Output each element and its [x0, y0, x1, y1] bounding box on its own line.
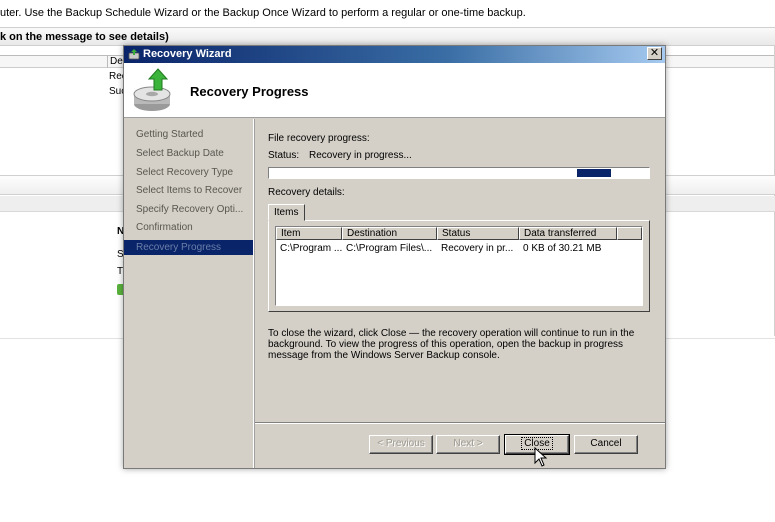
backup-app-icon: [128, 49, 140, 60]
nav-step-recovery-progress[interactable]: Recovery Progress: [124, 240, 253, 255]
recovery-drive-icon: [133, 68, 171, 111]
cancel-button[interactable]: Cancel: [574, 435, 638, 454]
cell-status[interactable]: Recovery in pr...: [437, 243, 519, 254]
console-description: uter. Use the Backup Schedule Wizard or …: [0, 7, 526, 19]
nav-step-confirmation[interactable]: Confirmation: [136, 222, 193, 233]
dialog-title: Recovery Wizard: [143, 48, 232, 60]
mouse-cursor-icon: [534, 447, 548, 467]
cell-data-transferred[interactable]: 0 KB of 30.21 MB: [519, 243, 617, 254]
nav-step-select-items[interactable]: Select Items to Recover: [136, 185, 242, 196]
column-item[interactable]: Item: [276, 227, 342, 240]
progress-fill: [577, 169, 611, 177]
recovery-progress-bar: [268, 167, 650, 179]
close-wizard-note: To close the wizard, click Close — the r…: [268, 328, 635, 361]
column-status[interactable]: Status: [437, 227, 519, 240]
details-tab-control: Items Item Destination Status Data trans…: [268, 204, 650, 312]
nav-step-recovery-options[interactable]: Specify Recovery Opti...: [136, 204, 243, 215]
list-header: Item Destination Status Data transferred: [276, 227, 642, 240]
nav-step-select-recovery-type[interactable]: Select Recovery Type: [136, 167, 233, 178]
status-label: Status:: [268, 150, 300, 161]
column-destination[interactable]: Destination: [342, 227, 437, 240]
next-button-label: Next >: [453, 438, 483, 449]
nav-step-select-backup-date[interactable]: Select Backup Date: [136, 148, 224, 159]
wizard-header: Recovery Progress: [124, 63, 665, 118]
messages-header-label: k on the message to see details): [0, 31, 169, 43]
column-data-transferred[interactable]: Data transferred: [519, 227, 617, 240]
nav-step-getting-started[interactable]: Getting Started: [136, 129, 203, 140]
cancel-button-label: Cancel: [590, 438, 622, 449]
title-bar[interactable]: Recovery Wizard ✕: [124, 46, 665, 63]
tab-items[interactable]: Items: [268, 204, 305, 221]
cell-destination[interactable]: C:\Program Files\...: [342, 243, 437, 254]
wizard-content: File recovery progress: Status: Recovery…: [255, 119, 665, 468]
recovery-items-list[interactable]: Item Destination Status Data transferred…: [275, 226, 643, 306]
cell-item[interactable]: C:\Program ...: [276, 243, 342, 254]
page-title: Recovery Progress: [190, 84, 309, 99]
column-description[interactable]: De: [107, 56, 123, 68]
previous-button[interactable]: < Previous: [369, 435, 433, 454]
close-icon[interactable]: ✕: [647, 47, 662, 60]
file-progress-label: File recovery progress:: [268, 133, 370, 144]
previous-button-label: < Previous: [377, 438, 425, 449]
footer-divider: [255, 422, 665, 424]
items-tab-pane: Item Destination Status Data transferred…: [268, 220, 650, 312]
recovery-details-label: Recovery details:: [268, 187, 345, 198]
next-button[interactable]: Next >: [436, 435, 500, 454]
status-value: Recovery in progress...: [309, 150, 412, 161]
recovery-wizard-dialog: Recovery Wizard ✕ Recovery Progress Gett…: [123, 45, 666, 469]
column-filler: [617, 227, 642, 240]
wizard-steps-nav: Getting Started Select Backup Date Selec…: [124, 119, 254, 468]
messages-header-bar[interactable]: k on the message to see details): [0, 27, 775, 46]
